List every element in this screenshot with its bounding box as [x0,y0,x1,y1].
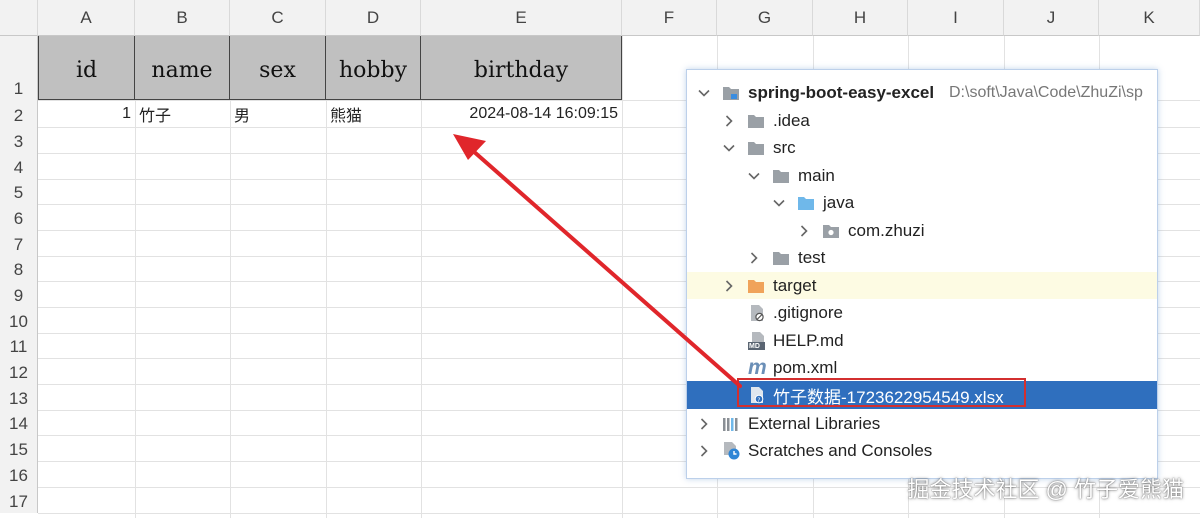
annotation-arrow [453,134,742,388]
watermark: 掘金技术社区 @ 竹子爱熊猫 [907,477,1184,502]
